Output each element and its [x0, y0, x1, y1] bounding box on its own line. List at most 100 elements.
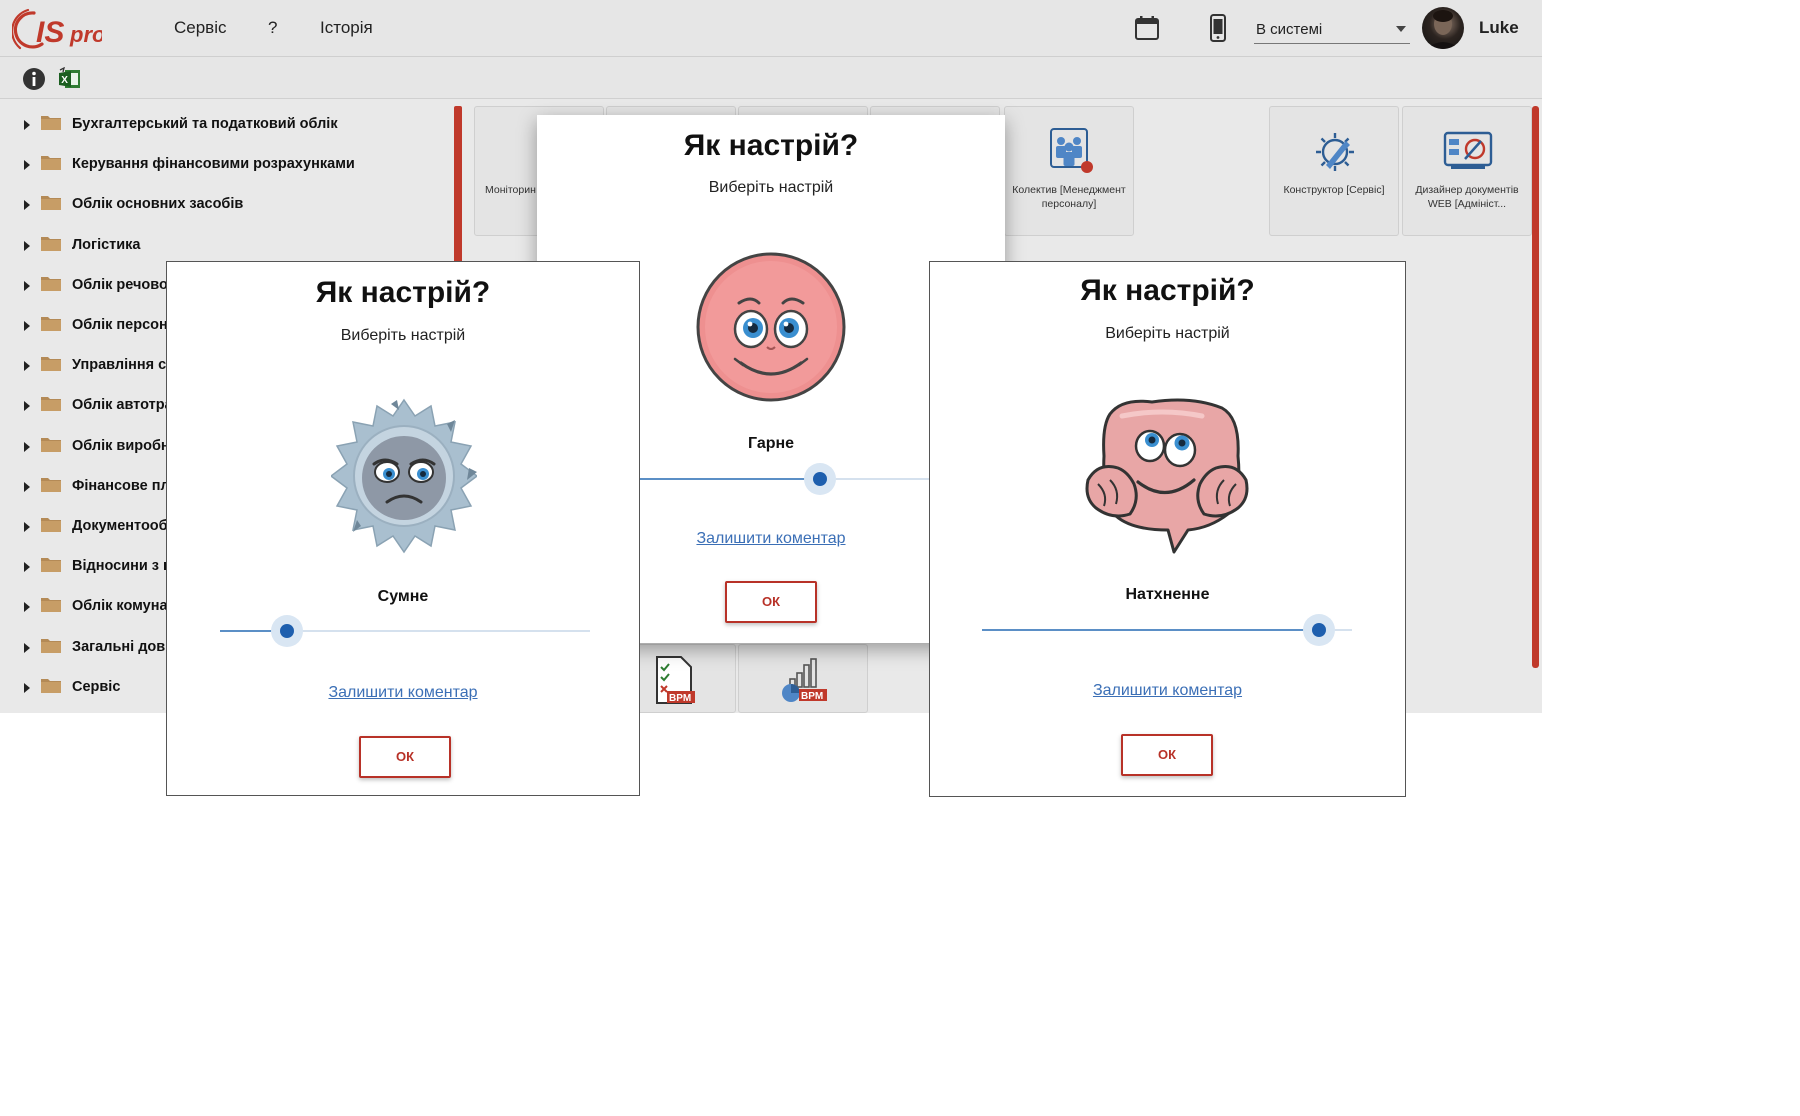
slider-thumb[interactable]: [1311, 623, 1326, 637]
mood-slider[interactable]: [220, 611, 590, 651]
top-bar: IS pro Сервіс ? Історія В системі Luke: [0, 0, 1542, 57]
folder-icon: [41, 236, 61, 251]
menu-help[interactable]: ?: [268, 18, 277, 38]
expand-arrow-icon[interactable]: [24, 562, 30, 573]
folder-icon: [41, 678, 61, 693]
folder-icon: [41, 276, 61, 291]
expand-arrow-icon[interactable]: [24, 240, 30, 251]
ispro-logo[interactable]: IS pro: [12, 4, 102, 54]
mood-label: Сумне: [377, 588, 429, 605]
tree-item-label: Документообі: [72, 518, 172, 534]
folder-icon: [41, 638, 61, 653]
tree-item[interactable]: Керування фінансовими розрахунками: [0, 147, 455, 187]
menu-history[interactable]: Історія: [320, 18, 373, 38]
expand-arrow-icon[interactable]: [24, 280, 30, 291]
tree-item-label: Загальні довід: [72, 638, 179, 655]
mood-slider[interactable]: [982, 610, 1352, 650]
tree-item-label: Облік персона: [72, 317, 176, 333]
expand-arrow-icon[interactable]: [24, 522, 30, 532]
happy-face-icon: [696, 252, 846, 402]
tree-item-label: Фінансове пла: [72, 477, 178, 494]
user-avatar[interactable]: [1422, 7, 1464, 49]
info-icon[interactable]: [22, 67, 46, 91]
folder-icon: [41, 116, 61, 130]
user-name[interactable]: Luke: [1479, 18, 1519, 38]
expand-arrow-icon[interactable]: [24, 160, 30, 171]
calendar-icon[interactable]: [1134, 14, 1160, 42]
expand-arrow-icon[interactable]: [24, 321, 30, 331]
ok-button[interactable]: ОК: [359, 736, 451, 778]
inspired-face-icon: [1085, 398, 1249, 554]
svg-text:X: X: [61, 75, 68, 86]
slider-thumb[interactable]: [813, 472, 827, 486]
expand-arrow-icon[interactable]: [24, 361, 30, 372]
tree-item-label: Облік автотра: [72, 397, 173, 414]
vertical-scrollbar[interactable]: [1532, 106, 1539, 668]
mood-dialog-sad: Як настрій? Виберіть настрій Сумне Залиш…: [166, 261, 640, 796]
ok-button[interactable]: ОК: [1121, 734, 1213, 776]
folder-icon: [41, 397, 61, 412]
svg-text:BPM: BPM: [801, 691, 823, 702]
dialog-title: Як настрій?: [1080, 274, 1255, 307]
slider-thumb[interactable]: [279, 624, 294, 638]
expand-arrow-icon[interactable]: [24, 401, 30, 412]
dialog-title: Як настрій?: [315, 276, 491, 309]
svg-text:IS: IS: [36, 16, 64, 49]
expand-arrow-icon[interactable]: [24, 120, 30, 130]
folder-icon: [41, 477, 61, 492]
tile-label: Колектив [Менеджмент персоналу]: [1012, 184, 1126, 210]
expand-arrow-icon[interactable]: [24, 200, 30, 211]
leave-comment-link[interactable]: Залишити коментар: [930, 682, 1405, 700]
tree-item-label: Сервіс: [72, 678, 121, 695]
folder-icon: [41, 357, 61, 372]
app-root: IS pro Сервіс ? Історія В системі Luke X…: [0, 0, 1800, 1116]
bpm-analytics-icon: BPM: [782, 658, 827, 702]
tree-item-label: Керування фінансовими розрахунками: [72, 156, 355, 173]
tree-item-label: Логістика: [72, 236, 141, 253]
document-designer-icon: [1443, 131, 1493, 169]
folder-icon: [41, 156, 61, 171]
tree-item[interactable]: Облік основних засобів: [0, 187, 455, 227]
expand-arrow-icon[interactable]: [24, 642, 30, 653]
svg-text:pro: pro: [69, 22, 102, 47]
tree-item-label: Облік комунал: [72, 598, 177, 615]
tree-item-label: Відносини з кл: [72, 558, 180, 575]
tile-document-designer[interactable]: Дизайнер документів WEB [Адмініст...: [1402, 106, 1532, 236]
mobile-phone-icon[interactable]: [1205, 14, 1231, 42]
menu-service[interactable]: Сервіс: [174, 18, 227, 38]
expand-arrow-icon[interactable]: [24, 481, 30, 492]
dialog-subtitle: Виберіть настрій: [708, 179, 834, 196]
status-dropdown[interactable]: В системі: [1254, 12, 1410, 44]
leave-comment-link[interactable]: Залишити коментар: [167, 684, 639, 702]
slider-fill: [640, 478, 820, 480]
tree-item-label: Облік основних засобів: [72, 196, 244, 213]
excel-export-icon[interactable]: X: [58, 67, 82, 91]
bpm-checklist-icon: BPM: [656, 656, 695, 704]
folder-icon: [41, 598, 61, 613]
folder-icon: [41, 196, 61, 211]
dialog-title: Як настрій?: [683, 129, 859, 162]
toolbar: X: [0, 57, 1542, 99]
expand-arrow-icon[interactable]: [24, 682, 30, 693]
slider-fill: [982, 629, 1319, 631]
tree-item-label: Облік виробни: [72, 437, 179, 454]
people-group-icon: [1050, 128, 1093, 173]
mood-dialog-inspired: Як настрій? Виберіть настрій Натхненне З…: [929, 261, 1406, 797]
mood-label: Натхненне: [1125, 586, 1210, 603]
gear-wrench-icon: [1316, 133, 1354, 171]
tile-label: Конструктор [Сервіс]: [1283, 184, 1385, 196]
tile-personnel[interactable]: Колектив [Менеджмент персоналу]: [1004, 106, 1134, 236]
folder-icon: [41, 558, 61, 573]
folder-icon: [41, 437, 61, 452]
chevron-down-icon: [1396, 26, 1406, 32]
tile-constructor[interactable]: Конструктор [Сервіс]: [1269, 106, 1399, 236]
tree-item-label: Управління ст: [72, 357, 174, 374]
folder-icon: [41, 518, 61, 532]
expand-arrow-icon[interactable]: [24, 602, 30, 613]
tree-item[interactable]: Бухгалтерський та податковий облік: [0, 107, 455, 147]
tile-label: Дизайнер документів WEB [Адмініст...: [1415, 184, 1519, 210]
ok-button[interactable]: ОК: [725, 581, 817, 623]
tree-item-label: Бухгалтерський та податковий облік: [72, 116, 338, 132]
expand-arrow-icon[interactable]: [24, 441, 30, 452]
tile-bpm-2[interactable]: BPM: [738, 644, 868, 713]
